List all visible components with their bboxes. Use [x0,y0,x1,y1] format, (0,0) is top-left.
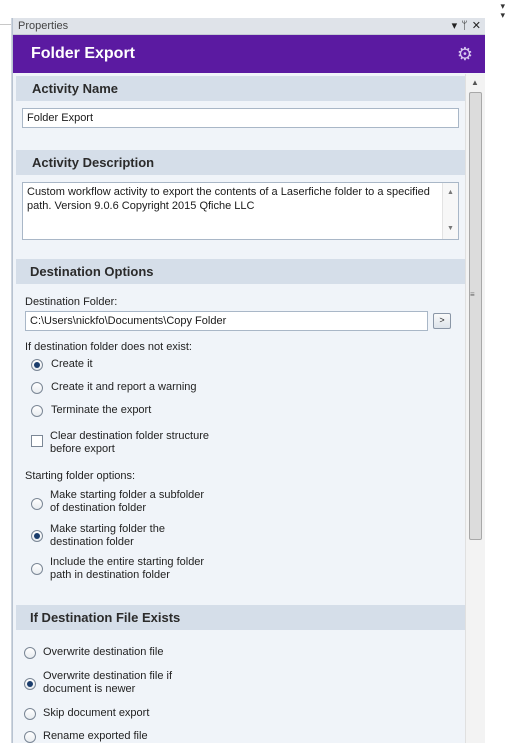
option-label-line: Rename exported file [43,730,148,742]
properties-panel: Properties ▾ ᛘ ✕ Folder Export ⚙ Activit… [12,18,485,743]
section-destination-options: Destination Options [16,259,466,284]
option-label-line: path in destination folder [50,569,170,581]
option-label-line: Overwrite destination file [43,646,164,658]
section-heading: Activity Name [32,81,118,96]
panel-titlebar: Properties ▾ ᛘ ✕ [13,18,485,35]
section-heading: Activity Description [32,155,155,170]
scrollbar-thumb[interactable] [469,92,482,540]
properties-content: Activity Name Folder Export Activity Des… [13,74,466,743]
dropdown-icon[interactable]: ▾ [452,19,458,33]
textarea-scrollbar[interactable]: ▲ ▼ [442,183,458,239]
option-label-line: of destination folder [50,502,147,514]
option-label: Rename exported file [43,730,148,743]
option-label: Include the entire starting folder path … [50,556,204,582]
radio-rename-file[interactable] [24,731,36,743]
option-label: Overwrite destination file if document i… [43,670,172,696]
section-heading: If Destination File Exists [30,610,181,625]
radio-create-it[interactable] [31,359,43,371]
radio-overwrite[interactable] [24,647,36,659]
radio-create-and-warn[interactable] [31,382,43,394]
destination-folder-input[interactable]: C:\Users\nickfo\Documents\Copy Folder [25,311,428,331]
gear-icon[interactable]: ⚙ [457,45,473,63]
option-label: Make starting folder the destination fol… [50,523,165,549]
browse-button[interactable]: > [433,313,451,329]
section-activity-name: Activity Name [16,76,466,101]
scroll-up-icon[interactable]: ▲ [471,78,479,87]
option-label-line: Make starting folder the [50,523,165,535]
radio-skip-export[interactable] [24,708,36,720]
panel-scrollbar[interactable]: ▲ ≡ [465,74,485,743]
description-line: Custom workflow activity to export the c… [27,186,430,198]
option-label-line: Make starting folder a subfolder [50,489,205,501]
option-label-line: Overwrite destination file if [43,670,172,682]
option-label: Create it [51,358,93,370]
activity-description-textarea[interactable]: Custom workflow activity to export the c… [22,182,459,240]
option-label: Create it and report a warning [51,381,197,393]
activity-title: Folder Export [31,45,136,62]
checkbox-clear-structure[interactable] [31,435,43,447]
option-label-line: destination folder [50,536,134,548]
radio-starting-is-destination[interactable] [31,530,43,542]
option-label: Clear destination folder structure befor… [50,430,209,456]
option-label-line: Clear destination folder structure [50,430,209,442]
option-label: Terminate the export [51,404,152,416]
option-label-line: Skip document export [43,707,150,719]
option-label-line: document is newer [43,683,136,695]
option-label-line: Include the entire starting folder [50,556,205,568]
scroll-down-icon[interactable]: ▼ [447,222,454,236]
option-label: Overwrite destination file [43,646,163,659]
panel-title: Properties [18,20,69,32]
option-label: Skip document export [43,707,149,720]
radio-terminate-export[interactable] [31,405,43,417]
not-exist-label: If destination folder does not exist: [25,341,192,353]
section-activity-description: Activity Description [16,150,466,175]
radio-overwrite-if-newer[interactable] [24,678,36,690]
left-edge-strip [0,0,12,743]
activity-header: Folder Export ⚙ [13,35,485,73]
scroll-up-icon[interactable]: ▲ [447,186,454,200]
section-file-exists: If Destination File Exists [16,605,466,630]
scrollbar-grip-icon: ≡ [470,290,475,299]
option-label: Make starting folder a subfolder of dest… [50,489,204,515]
destination-folder-label: Destination Folder: [25,296,118,308]
radio-include-path[interactable] [31,563,43,575]
activity-name-input[interactable]: Folder Export [22,108,459,128]
close-icon[interactable]: ✕ [472,19,481,33]
description-line: path. Version 9.0.6 Copyright 2015 Qfich… [27,200,255,212]
section-heading: Destination Options [30,264,154,279]
top-band: ▾ ▾ [12,0,509,20]
option-label-line: before export [50,443,115,455]
pin-icon[interactable]: ᛘ [461,19,468,33]
starting-folder-label: Starting folder options: [25,470,136,482]
overflow-arrow-icon[interactable]: ▾ ▾ [500,2,505,20]
radio-subfolder[interactable] [31,498,43,510]
